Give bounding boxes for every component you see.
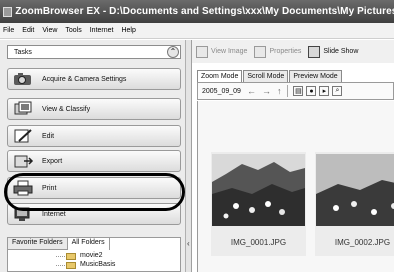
task-label: Internet	[42, 210, 66, 218]
info-icon[interactable]: ●	[306, 86, 317, 96]
properties-icon	[254, 45, 267, 58]
tree-line	[56, 265, 65, 266]
folder-tree: movie2 MusicBasis	[8, 252, 180, 270]
view-image-icon	[196, 45, 208, 58]
collapse-arrow-icon[interactable]: ‹	[187, 239, 190, 248]
folder-icon	[66, 262, 76, 269]
task-label: Edit	[42, 132, 55, 140]
tab-preview-mode[interactable]: Preview Mode	[289, 70, 342, 82]
folder-panel: Favorite Folders All Folders movie2 Musi…	[7, 237, 181, 272]
properties-button[interactable]: Properties	[254, 45, 302, 58]
task-view-classify[interactable]: View & Classify	[7, 98, 181, 120]
slide-show-icon	[308, 45, 321, 58]
thumbnail-area: IMG_0001.JPG IMG_0002.JPG	[197, 101, 394, 272]
properties-label: Properties	[269, 48, 302, 55]
slide-show-button[interactable]: Slide Show	[308, 45, 359, 58]
thumbnail-filename: IMG_0001.JPG	[230, 238, 287, 247]
tree-item-movie2[interactable]: movie2	[8, 252, 180, 261]
window-title: ZoomBrowser EX - D:\Documents and Settin…	[15, 6, 394, 17]
separator	[287, 85, 289, 97]
current-folder: 2005_09_09	[202, 87, 241, 95]
title-bar: ZoomBrowser EX - D:\Documents and Settin…	[0, 0, 394, 23]
toolbar: View Image Properties Slide Show	[192, 40, 394, 63]
menu-edit[interactable]: Edit	[22, 27, 34, 34]
up-folder-icon[interactable]: ↑	[277, 86, 282, 96]
tree-item-label: MusicBasis	[80, 261, 116, 268]
display-options-icon[interactable]: ▤	[293, 86, 304, 96]
mode-tabs: Zoom Mode Scroll Mode Preview Mode	[197, 70, 343, 82]
tab-all-folders[interactable]: All Folders	[67, 238, 110, 250]
menu-bar: File Edit View Tools Internet Help	[0, 23, 394, 39]
tree-item-musicbasis[interactable]: MusicBasis	[8, 261, 180, 270]
navigation-bar: 2005_09_09 ← → ↑ ▤ ● ▸ ⌕	[197, 82, 394, 100]
edit-icon	[12, 128, 34, 144]
thumbnail-image[interactable]	[316, 154, 394, 226]
task-acquire-camera-settings[interactable]: Acquire & Camera Settings	[7, 68, 181, 90]
view-image-button[interactable]: View Image	[196, 45, 248, 58]
zoom-icon[interactable]: ⌕	[332, 86, 343, 96]
thumbnail-item[interactable]: IMG_0002.JPG	[315, 152, 394, 256]
task-label: Export	[42, 157, 63, 165]
collapse-icon[interactable]: ⌃	[167, 46, 179, 58]
thumbnail-filename: IMG_0002.JPG	[334, 238, 391, 247]
tab-favorite-folders[interactable]: Favorite Folders	[8, 238, 68, 250]
tab-scroll-mode[interactable]: Scroll Mode	[243, 70, 289, 82]
select-pointer-icon[interactable]: ▸	[319, 86, 330, 96]
export-icon	[12, 153, 34, 169]
thumbnail-item[interactable]: IMG_0001.JPG	[211, 152, 306, 256]
panel-splitter[interactable]	[186, 40, 192, 272]
tree-item-label: movie2	[80, 252, 103, 259]
folder-tabs: Favorite Folders All Folders	[8, 238, 110, 250]
view-image-label: View Image	[211, 48, 248, 55]
task-label: View & Classify	[42, 105, 91, 113]
tasks-header[interactable]: Tasks ⌃	[7, 45, 181, 59]
camera-icon	[12, 71, 34, 87]
menu-view[interactable]: View	[42, 27, 57, 34]
back-icon[interactable]: ←	[247, 86, 256, 96]
task-edit[interactable]: Edit	[7, 125, 181, 147]
view-classify-icon	[12, 101, 34, 117]
folder-icon	[66, 253, 76, 260]
menu-internet[interactable]: Internet	[90, 27, 114, 34]
task-sidebar: Tasks ⌃ Acquire & Camera Settings View &…	[0, 40, 186, 272]
slide-show-label: Slide Show	[323, 48, 359, 55]
tab-zoom-mode[interactable]: Zoom Mode	[197, 70, 243, 82]
task-export[interactable]: Export	[7, 150, 181, 172]
menu-tools[interactable]: Tools	[65, 27, 81, 34]
forward-icon[interactable]: →	[262, 86, 271, 96]
menu-help[interactable]: Help	[121, 27, 135, 34]
print-highlight-oval	[4, 173, 185, 211]
app-icon	[3, 6, 13, 17]
task-label: Acquire & Camera Settings	[42, 75, 127, 83]
tree-line	[56, 256, 65, 257]
menu-file[interactable]: File	[3, 27, 14, 34]
tasks-label: Tasks	[14, 48, 32, 56]
thumbnail-image[interactable]	[212, 154, 305, 226]
